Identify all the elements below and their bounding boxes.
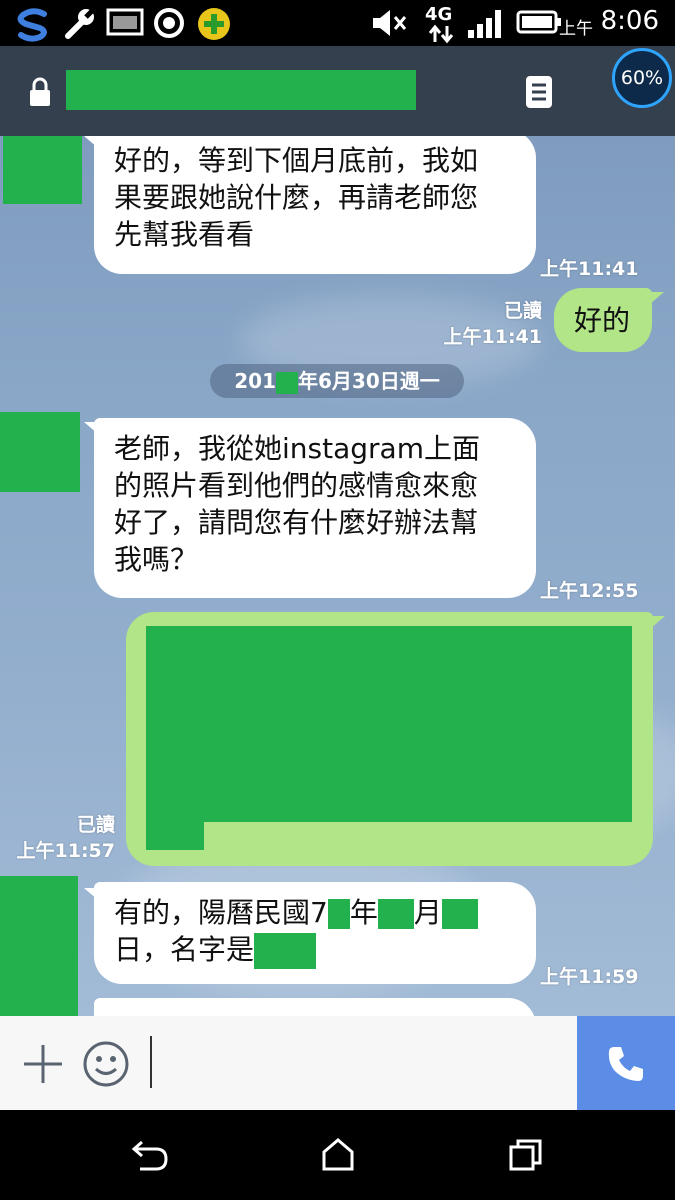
wrench-icon [65,7,96,39]
chat-title-redacted[interactable] [66,70,416,110]
menu-icon[interactable] [524,74,554,110]
battery-badge[interactable]: 60% [612,48,672,108]
redaction [276,371,298,394]
redaction [146,626,632,822]
input-bar [0,1016,675,1110]
date-prefix: 201 [234,369,276,393]
message-bubble-outgoing[interactable] [126,612,653,866]
message-text: 好的 [574,304,631,337]
signal-icon [468,10,501,38]
battery-icon [516,10,561,34]
message-text-line: 有的，陽曆民國7 年月 [114,894,516,931]
message-bubble-outgoing[interactable]: 好的 [554,288,652,352]
message-time: 上午11:41 [443,326,542,348]
chat-header: 60% [0,46,675,136]
message-bubble-incoming[interactable]: 老師，我從她instagram上面 的照片看到他們的感情愈來愈 好了，請問您有什… [94,418,536,598]
message-text-line: 老師，我從她instagram上面 [114,432,480,465]
text-cursor[interactable] [150,1036,152,1088]
message-bubble-incoming[interactable]: 有的，陽曆民國7 年月 日，名字是 [94,882,536,984]
emoji-icon[interactable] [82,1040,130,1088]
message-time: 上午12:55 [540,580,639,602]
message-text-line: 的照片看到他們的感情愈來愈 [114,469,479,502]
mute-icon [373,10,407,36]
back-icon[interactable] [130,1138,170,1172]
read-receipt: 已讀 [503,300,542,322]
status-bar: 4G 上午 8:06 [0,0,675,46]
message-time: 上午11:41 [540,258,639,280]
home-icon[interactable] [320,1136,356,1172]
message-text-line: 日，名字是 [114,931,516,969]
message-text-line: 我嗎？ [114,543,199,576]
read-receipt: 已讀 [76,814,115,836]
message-bubble-incoming[interactable] [94,998,536,1016]
message-text-line: 先幫我看看 [114,218,255,251]
message-text-line: 好了，請問您有什麼好辦法幫 [114,506,479,539]
date-separator: 201 年6月30日週一 [210,364,464,398]
data-arrows-icon [428,24,454,44]
call-button[interactable] [577,1016,675,1110]
status-ampm: 上午 [559,19,593,39]
plus-icon[interactable] [20,1041,66,1087]
phone-icon [608,1047,643,1081]
redaction [327,899,350,929]
navigation-bar [0,1110,675,1200]
avatar[interactable] [0,876,78,1016]
recents-icon[interactable] [508,1138,544,1172]
redaction [254,933,317,969]
lock-icon [30,77,50,106]
s-app-icon [17,8,47,42]
image-icon [106,8,144,36]
message-time: 上午11:57 [16,840,115,862]
date-suffix: 年6月30日週一 [298,369,440,393]
message-text-line: 果要跟她說什麼，再請老師您 [114,181,479,214]
avatar[interactable] [0,412,80,492]
message-text-line: 好的，等到下個月底前，我如 [114,144,479,177]
avatar[interactable] [3,136,82,204]
message-time: 上午11:59 [540,966,639,988]
status-time: 8:06 [600,6,659,36]
redaction [146,808,204,850]
chat-area[interactable]: 好的，等到下個月底前，我如 果要跟她說什麼，再請老師您 先幫我看看 上午11:4… [0,136,675,1016]
message-bubble-incoming[interactable]: 好的，等到下個月底前，我如 果要跟她說什麼，再請老師您 先幫我看看 [94,136,536,274]
game-icon [198,8,230,40]
redaction [441,899,478,929]
redaction [377,899,414,929]
record-icon [154,8,184,38]
